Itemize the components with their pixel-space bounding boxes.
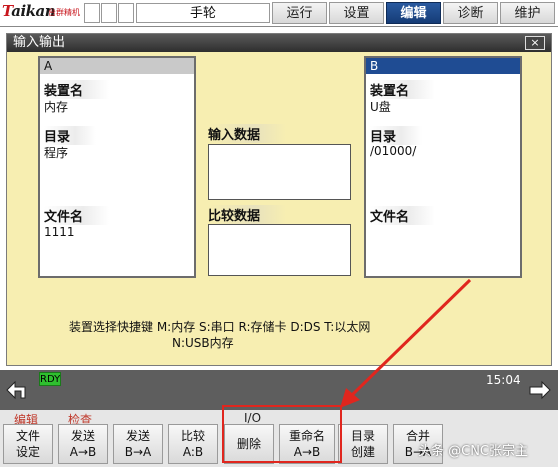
side-b-file-label: 文件名 <box>370 206 436 225</box>
side-a-panel[interactable]: A 装置名 内存 目录 程序 文件名 1111 <box>38 56 196 278</box>
input-data-box <box>208 144 351 200</box>
main-tabs: 运行 设置 编辑 诊断 维护 <box>272 2 555 24</box>
ready-indicator: RDY <box>39 372 61 386</box>
input-data-label: 输入数据 <box>208 124 287 143</box>
dialog-title: 输入输出 <box>7 34 551 52</box>
side-a-header: A <box>40 58 194 74</box>
side-b-dir-value: /01000/ <box>370 144 417 158</box>
status-band <box>0 370 558 410</box>
io-dialog: 输入输出 × A 装置名 内存 目录 程序 文件名 1111 输入数据 比较数据… <box>6 33 552 366</box>
return-arrow-icon[interactable] <box>3 376 33 406</box>
softkey-compare[interactable]: 比较 A:B <box>168 424 218 464</box>
side-a-device-label: 装置名 <box>44 80 110 99</box>
highlight-box <box>222 405 342 463</box>
side-a-file-label: 文件名 <box>44 206 110 225</box>
softkey-send-a-to-b[interactable]: 发送 A→B <box>58 424 108 464</box>
compare-data-box <box>208 224 351 276</box>
tab-setup[interactable]: 设置 <box>329 2 384 24</box>
compare-data-label: 比较数据 <box>208 205 287 224</box>
side-b-panel[interactable]: B 装置名 U盘 目录 /01000/ 文件名 <box>364 56 522 278</box>
tab-diagnose[interactable]: 诊断 <box>443 2 498 24</box>
status-box <box>101 3 117 23</box>
status-indicators <box>84 3 134 23</box>
softkey-create-dir[interactable]: 目录 创建 <box>338 424 388 464</box>
status-box <box>84 3 100 23</box>
side-b-dir-label: 目录 <box>370 126 423 145</box>
tab-edit[interactable]: 编辑 <box>386 2 441 24</box>
status-box <box>118 3 134 23</box>
side-a-file-value: 1111 <box>44 225 75 239</box>
close-button[interactable]: × <box>525 36 545 50</box>
side-b-device-value: U盘 <box>370 100 391 114</box>
side-b-device-label: 装置名 <box>370 80 436 99</box>
next-arrow-icon[interactable] <box>524 376 554 406</box>
shortcut-hint-line1: 装置选择快捷键 M:内存 S:串口 R:存储卡 D:DS T:以太网 <box>69 320 371 334</box>
brand-subtitle: 台群精机 <box>48 8 80 17</box>
side-a-dir-label: 目录 <box>44 126 97 145</box>
side-a-dir-value: 程序 <box>44 146 69 160</box>
clock: 15:04 <box>486 373 521 387</box>
softkey-send-b-to-a[interactable]: 发送 B→A <box>113 424 163 464</box>
operation-mode: 手轮 <box>136 3 270 23</box>
top-bar: Taikan 台群精机 手轮 运行 设置 编辑 诊断 维护 <box>0 0 558 27</box>
shortcut-hint-line2: N:USB内存 <box>172 336 234 350</box>
softkey-file-setting[interactable]: 文件 设定 <box>3 424 53 464</box>
watermark: 头条 @CNC张宗主 <box>418 444 529 459</box>
tab-maintain[interactable]: 维护 <box>500 2 555 24</box>
brand-logo: Taikan 台群精机 <box>2 2 82 24</box>
side-b-header: B <box>366 58 520 74</box>
side-a-device-value: 内存 <box>44 100 69 114</box>
tab-run[interactable]: 运行 <box>272 2 327 24</box>
